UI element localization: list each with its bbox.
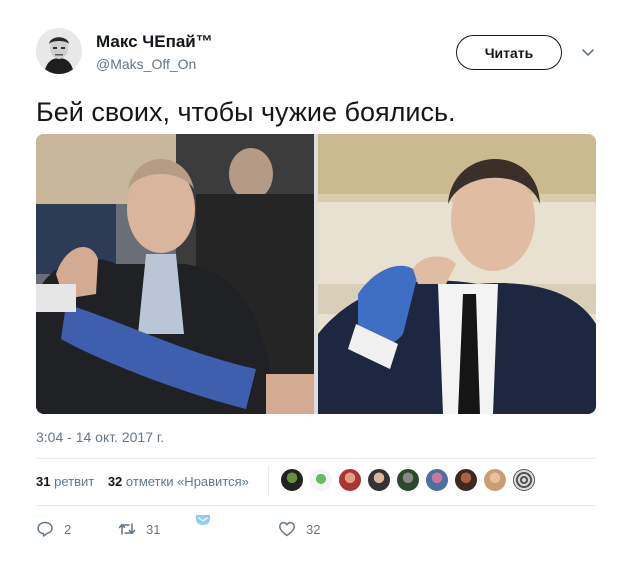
- like-button[interactable]: 32: [278, 520, 320, 538]
- chevron-down-icon[interactable]: [580, 44, 596, 60]
- photo-image: [36, 134, 314, 414]
- tweet-actions: 2 31 32: [36, 515, 596, 542]
- like-count: 32: [107, 474, 123, 489]
- retweet-stat[interactable]: 31 ретвит: [36, 474, 94, 489]
- like-stat[interactable]: 32 отметки «Нравится»: [108, 474, 249, 489]
- retweet-count: 31: [36, 474, 51, 489]
- tweet-text: Бей своих, чтобы чужие боялись.: [36, 97, 456, 127]
- liker-avatar[interactable]: [483, 468, 507, 492]
- tweet-timestamp[interactable]: 3:04 - 14 окт. 2017 г.: [36, 429, 164, 445]
- liker-avatar[interactable]: [338, 468, 362, 492]
- tweet-media[interactable]: [36, 134, 596, 414]
- author-name[interactable]: Макс ЧЕпай™: [96, 32, 213, 52]
- photo-image: [318, 134, 596, 414]
- likers-avatars: [280, 468, 541, 494]
- media-photo-right[interactable]: [318, 134, 596, 414]
- like-count-action: 32: [306, 521, 321, 537]
- direct-message-button[interactable]: [194, 515, 222, 530]
- liker-avatar[interactable]: [425, 468, 449, 492]
- avatar[interactable]: [36, 28, 82, 74]
- liker-avatar[interactable]: [309, 468, 333, 492]
- liker-avatar[interactable]: [367, 468, 391, 492]
- divider: [36, 505, 596, 506]
- avatar-image: [36, 28, 82, 74]
- reply-button[interactable]: 2: [36, 520, 71, 538]
- liker-avatar[interactable]: [512, 468, 536, 492]
- liker-avatar[interactable]: [280, 468, 304, 492]
- media-photo-left[interactable]: [36, 134, 314, 414]
- retweet-count: 31: [146, 521, 161, 537]
- heart-icon: [279, 521, 295, 537]
- divider: [36, 458, 596, 459]
- retweet-icon: [118, 523, 136, 535]
- tweet-stats: 31 ретвит 32 отметки «Нравится»: [36, 474, 259, 489]
- retweet-label: ретвит: [54, 474, 95, 489]
- like-label: отметки «Нравится»: [125, 474, 249, 489]
- liker-avatar[interactable]: [396, 468, 420, 492]
- author-handle[interactable]: @Maks_Off_On: [96, 56, 196, 72]
- retweet-button[interactable]: 31: [118, 520, 160, 538]
- follow-button[interactable]: Читать: [456, 35, 562, 70]
- direct-message-icon: [196, 515, 210, 525]
- reply-count: 2: [64, 521, 72, 537]
- tweet-card: Макс ЧЕпай™ @Maks_Off_On Читать Бей свои…: [0, 0, 632, 564]
- reply-icon: [37, 521, 53, 537]
- liker-avatar[interactable]: [454, 468, 478, 492]
- stats-separator: [268, 466, 269, 496]
